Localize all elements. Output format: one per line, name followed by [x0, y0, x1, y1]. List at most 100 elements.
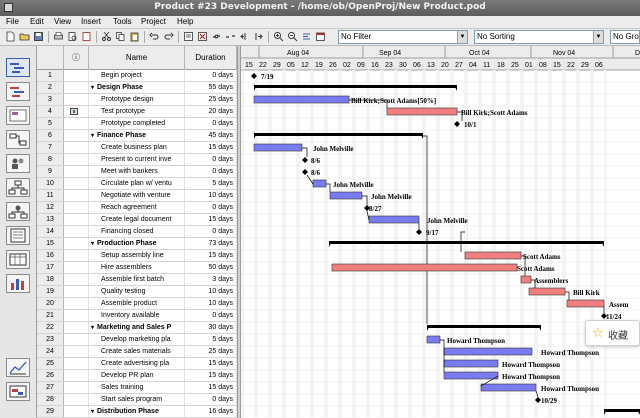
favorite-button[interactable]: ☆ 收藏: [585, 320, 640, 346]
table-row[interactable]: 15 ▾ Production Phase 73 days: [37, 238, 237, 250]
task-duration[interactable]: 10 days: [185, 298, 237, 309]
row-number[interactable]: 14: [37, 226, 64, 237]
insert-task-icon[interactable]: [182, 30, 195, 43]
task-name-cell[interactable]: Sales training: [89, 382, 185, 393]
row-number[interactable]: 17: [37, 262, 64, 273]
task-duration[interactable]: 20 days: [185, 106, 237, 117]
charts-view-button[interactable]: [6, 358, 30, 377]
undo-icon[interactable]: [148, 30, 161, 43]
task-name-cell[interactable]: Start sales program: [89, 394, 185, 405]
row-number[interactable]: 7: [37, 142, 64, 153]
task-duration[interactable]: 30 days: [185, 322, 237, 333]
row-number[interactable]: 3: [37, 94, 64, 105]
table-row[interactable]: 25 Create advertising pla 15 days: [37, 358, 237, 370]
table-row[interactable]: 26 Develop PR plan 15 days: [37, 370, 237, 382]
task-bar[interactable]: [443, 359, 499, 368]
row-number[interactable]: 28: [37, 394, 64, 405]
summary-bar[interactable]: [254, 85, 457, 88]
row-number[interactable]: 26: [37, 370, 64, 381]
task-duration[interactable]: 0 days: [185, 70, 237, 81]
menu-file[interactable]: File: [6, 17, 19, 26]
wbs-view-button[interactable]: [6, 178, 30, 197]
table-row[interactable]: 9 Meet with bankers 0 days: [37, 166, 237, 178]
row-number[interactable]: 16: [37, 250, 64, 261]
calendar-icon[interactable]: [314, 30, 327, 43]
task-name-cell[interactable]: Inventory available: [89, 310, 185, 321]
table-row[interactable]: 17 Hire assemblers 50 days: [37, 262, 237, 274]
task-bar[interactable]: [331, 263, 518, 272]
task-duration[interactable]: 25 days: [185, 94, 237, 105]
row-number[interactable]: 2: [37, 82, 64, 93]
row-number[interactable]: 22: [37, 322, 64, 333]
table-row[interactable]: 8 Present to current inve 0 days: [37, 154, 237, 166]
task-name-cell[interactable]: Create sales materials: [89, 346, 185, 357]
row-number[interactable]: 11: [37, 190, 64, 201]
table-row[interactable]: 1 Begin project 0 days: [37, 70, 237, 82]
row-number[interactable]: 25: [37, 358, 64, 369]
table-row[interactable]: 14 Financing closed 0 days: [37, 226, 237, 238]
task-duration[interactable]: 0 days: [185, 166, 237, 177]
name-column-header[interactable]: Name: [89, 46, 185, 70]
menu-view[interactable]: View: [54, 17, 71, 26]
task-name-cell[interactable]: Begin project: [89, 70, 185, 81]
table-row[interactable]: 4 Test prototype 20 days: [37, 106, 237, 118]
row-number[interactable]: 24: [37, 346, 64, 357]
table-row[interactable]: 6 ▾ Finance Phase 45 days: [37, 130, 237, 142]
table-row[interactable]: 22 ▾ Marketing and Sales P 30 days: [37, 322, 237, 334]
task-duration[interactable]: 25 days: [185, 346, 237, 357]
zoom-in-icon[interactable]: [272, 30, 285, 43]
row-number[interactable]: 6: [37, 130, 64, 141]
tracking-gantt-view-button[interactable]: [6, 82, 30, 101]
task-bar[interactable]: [566, 299, 605, 308]
task-name-cell[interactable]: Assemble first batch: [89, 274, 185, 285]
task-name-cell[interactable]: ▾ Design Phase: [89, 82, 185, 93]
task-name-cell[interactable]: Create advertising pla: [89, 358, 185, 369]
row-number[interactable]: 29: [37, 406, 64, 417]
delete-task-icon[interactable]: [196, 30, 209, 43]
task-name-cell[interactable]: Assemble product: [89, 298, 185, 309]
outdent-icon[interactable]: [238, 30, 251, 43]
paste-icon[interactable]: [128, 30, 141, 43]
menu-insert[interactable]: Insert: [81, 17, 101, 26]
row-number[interactable]: 10: [37, 178, 64, 189]
task-name-cell[interactable]: Present to current inve: [89, 154, 185, 165]
task-duration[interactable]: 15 days: [185, 358, 237, 369]
zoom-out-icon[interactable]: [286, 30, 299, 43]
task-name-cell[interactable]: Create business plan: [89, 142, 185, 153]
row-number[interactable]: 15: [37, 238, 64, 249]
task-bar[interactable]: [312, 179, 327, 188]
table-row[interactable]: 18 Assemble first batch 3 days: [37, 274, 237, 286]
cut-icon[interactable]: [100, 30, 113, 43]
table-row[interactable]: 24 Create sales materials 25 days: [37, 346, 237, 358]
task-name-cell[interactable]: Prototype completed: [89, 118, 185, 129]
row-number[interactable]: 1: [37, 70, 64, 81]
row-number[interactable]: 13: [37, 214, 64, 225]
task-duration[interactable]: 45 days: [185, 130, 237, 141]
task-name-cell[interactable]: Circulate plan w/ ventu: [89, 178, 185, 189]
table-row[interactable]: 12 Reach agreement 0 days: [37, 202, 237, 214]
task-name-cell[interactable]: Quality testing: [89, 286, 185, 297]
task-duration[interactable]: 10 days: [185, 286, 237, 297]
table-row[interactable]: 28 Start sales program 0 days: [37, 394, 237, 406]
sorting-select[interactable]: No Sorting ▼: [474, 30, 604, 44]
task-bar[interactable]: [253, 143, 303, 152]
table-row[interactable]: 5 Prototype completed 0 days: [37, 118, 237, 130]
task-name-cell[interactable]: Setup assembly line: [89, 250, 185, 261]
task-name-cell[interactable]: ▾ Marketing and Sales P: [89, 322, 185, 333]
resource-usage-view-button[interactable]: [6, 382, 30, 401]
summary-bar[interactable]: [604, 409, 640, 412]
table-row[interactable]: 23 Develop marketing pla 5 days: [37, 334, 237, 346]
indicator-header[interactable]: ⓘ: [64, 46, 89, 70]
filter-select[interactable]: No Filter ▼: [338, 30, 468, 44]
task-name-cell[interactable]: ▾ Production Phase: [89, 238, 185, 249]
row-number[interactable]: 12: [37, 202, 64, 213]
new-file-icon[interactable]: [4, 30, 17, 43]
redo-icon[interactable]: [162, 30, 175, 43]
milestone-diamond[interactable]: [454, 121, 460, 127]
print-preview-icon[interactable]: [66, 30, 79, 43]
task-name-cell[interactable]: Reach agreement: [89, 202, 185, 213]
table-row[interactable]: 27 Sales training 15 days: [37, 382, 237, 394]
grouping-select[interactable]: No Gro: [610, 30, 640, 44]
task-duration[interactable]: 5 days: [185, 334, 237, 345]
link-tasks-icon[interactable]: [210, 30, 223, 43]
